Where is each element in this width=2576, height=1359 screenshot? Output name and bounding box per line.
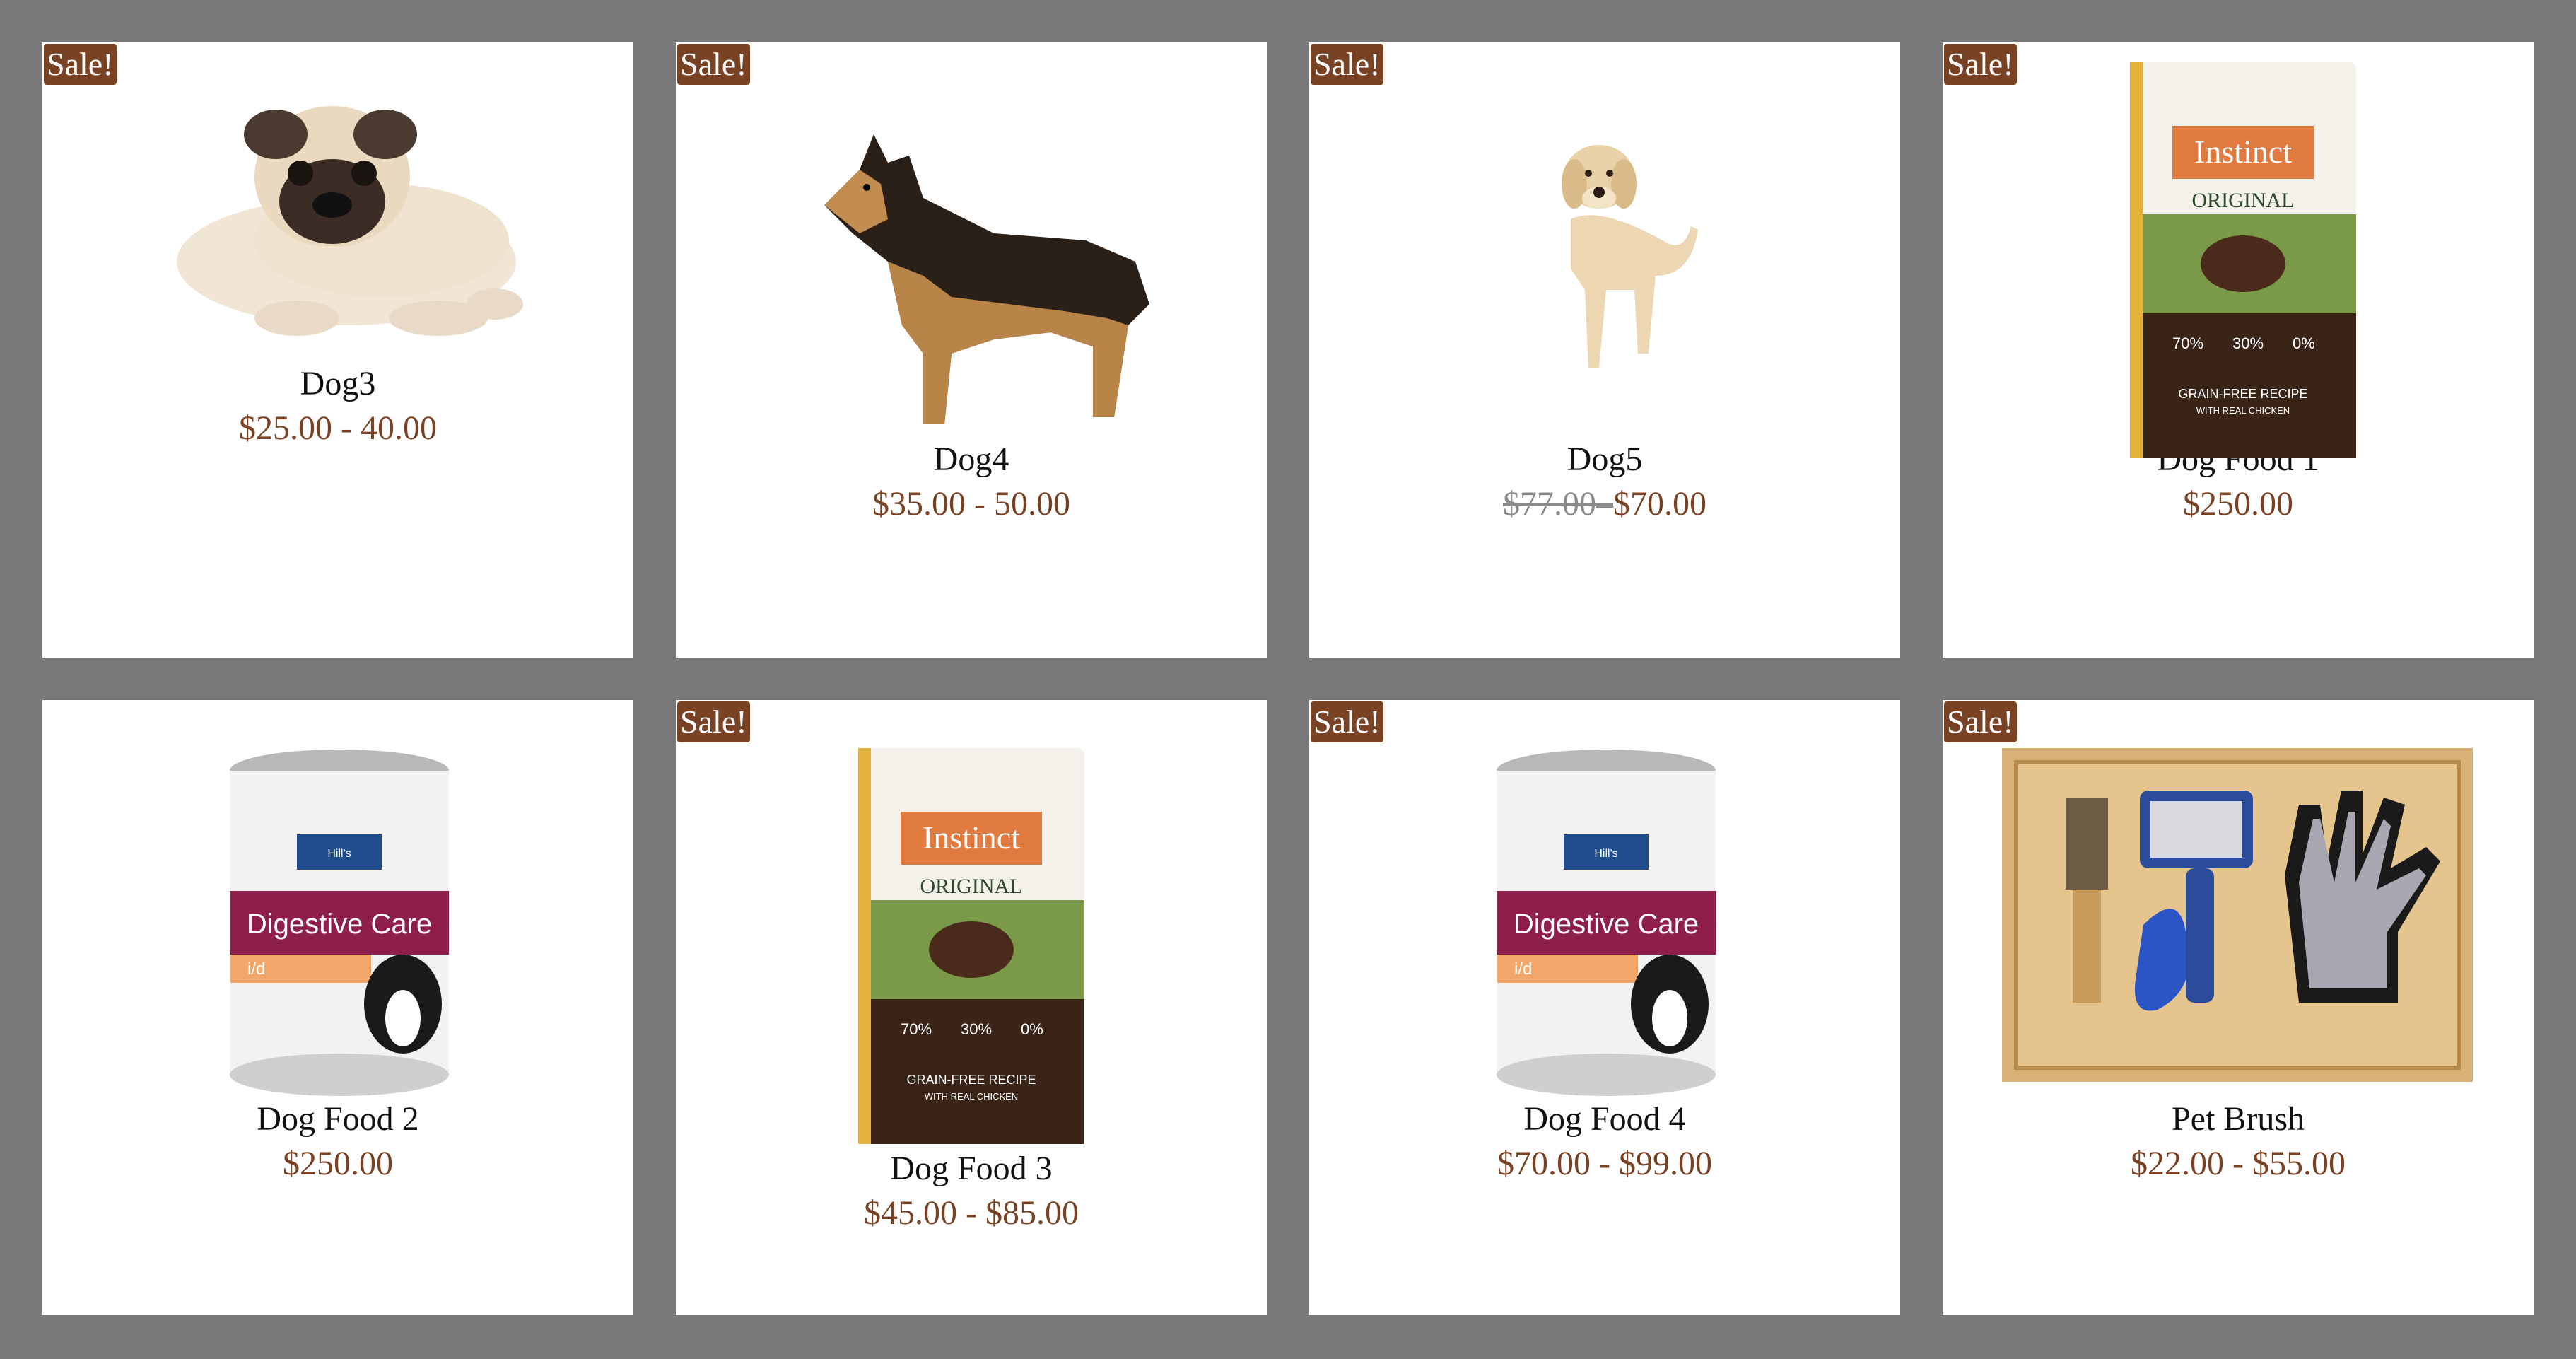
svg-text:i/d: i/d [247, 960, 265, 979]
product-title[interactable]: Dog3 [42, 364, 633, 403]
sale-badge: Sale! [1944, 44, 2017, 85]
instinct-food-bag-image[interactable]: Instinct ORIGINAL 70% 30% 0% GRAIN-FREE … [858, 748, 1084, 1144]
svg-text:30%: 30% [961, 1020, 992, 1038]
product-title[interactable]: Dog5 [1309, 440, 1900, 479]
pug-image[interactable] [156, 85, 537, 346]
svg-text:GRAIN-FREE RECIPE: GRAIN-FREE RECIPE [2178, 387, 2307, 401]
sale-badge: Sale! [1944, 701, 2017, 742]
svg-text:Hill's: Hill's [327, 848, 351, 860]
svg-text:Digestive Care: Digestive Care [247, 909, 432, 940]
product-price: $250.00 [283, 1145, 393, 1182]
svg-text:30%: 30% [2232, 334, 2264, 352]
svg-text:0%: 0% [1021, 1020, 1043, 1038]
german-shepherd-image[interactable] [782, 120, 1164, 445]
svg-text:Instinct: Instinct [923, 820, 1020, 856]
sale-badge: Sale! [44, 44, 117, 85]
labrador-image[interactable] [1521, 141, 1705, 396]
product-card[interactable]: Sale! Dog3 $25.00 - 40.00 [42, 42, 633, 658]
product-card[interactable]: Sale! Hill's Digestive Care i/d Dog Food… [1309, 700, 1900, 1315]
product-card[interactable]: Sale! Instinct ORIGINAL 70% 30% 0% GRAIN… [676, 700, 1267, 1315]
product-price: $77.00–$70.00 [1309, 484, 1900, 523]
svg-text:WITH REAL CHICKEN: WITH REAL CHICKEN [2196, 405, 2290, 416]
svg-text:ORIGINAL: ORIGINAL [920, 875, 1023, 898]
svg-text:0%: 0% [2293, 334, 2315, 352]
product-title[interactable]: Dog4 [676, 440, 1267, 479]
svg-text:ORIGINAL: ORIGINAL [2192, 189, 2295, 212]
product-title[interactable]: Pet Brush [1943, 1100, 2534, 1138]
sale-badge: Sale! [677, 44, 750, 85]
old-price: $77.00 [1503, 485, 1596, 523]
svg-text:70%: 70% [901, 1020, 932, 1038]
product-price: $250.00 [2183, 485, 2293, 523]
sale-badge: Sale! [677, 701, 750, 742]
sale-badge: Sale! [1311, 44, 1383, 85]
svg-text:GRAIN-FREE RECIPE: GRAIN-FREE RECIPE [906, 1073, 1036, 1087]
product-price: $25.00 - 40.00 [239, 409, 437, 447]
hills-can-image[interactable]: Hill's Digestive Care i/d [1493, 750, 1719, 1096]
product-card[interactable]: Sale! Pet Brush $22.00 - $55.00 [1943, 700, 2534, 1315]
product-price: $70.00 - $99.00 [1497, 1145, 1712, 1182]
hills-can-image[interactable]: Hill's Digestive Care i/d [226, 750, 452, 1096]
svg-text:WITH REAL CHICKEN: WITH REAL CHICKEN [925, 1091, 1018, 1102]
product-card[interactable]: Hill's Digestive Care i/d Dog Food 2 $25… [42, 700, 633, 1315]
product-title[interactable]: Dog Food 3 [676, 1149, 1267, 1188]
svg-text:Hill's: Hill's [1594, 848, 1617, 860]
product-price: $35.00 - 50.00 [872, 485, 1070, 523]
svg-text:Instinct: Instinct [2194, 134, 2292, 170]
product-title[interactable]: Dog Food 4 [1309, 1100, 1900, 1138]
product-card[interactable]: Sale! Dog Food 1 $250.00 Instinct ORIGIN… [1943, 42, 2534, 658]
product-price: $45.00 - $85.00 [864, 1194, 1079, 1232]
svg-text:i/d: i/d [1514, 960, 1532, 979]
svg-text:70%: 70% [2172, 334, 2203, 352]
product-grid: Sale! Dog3 $25.00 - 40.00 Sale! Dog4 $35… [0, 0, 2576, 1359]
product-card[interactable]: Sale! Dog4 $35.00 - 50.00 [676, 42, 1267, 658]
grooming-kit-image[interactable] [2002, 748, 2473, 1082]
sale-price: $70.00 [1613, 485, 1706, 523]
sale-badge: Sale! [1311, 701, 1383, 742]
product-price: $22.00 - $55.00 [2131, 1145, 2346, 1182]
product-title[interactable]: Dog Food 2 [42, 1100, 633, 1138]
svg-text:Digestive Care: Digestive Care [1514, 909, 1699, 940]
instinct-food-bag-image[interactable]: Instinct ORIGINAL 70% 30% 0% GRAIN-FREE … [2130, 62, 2356, 458]
product-card[interactable]: Sale! Dog5 $77.00–$70.00 [1309, 42, 1900, 658]
price-separator: – [1596, 485, 1613, 523]
